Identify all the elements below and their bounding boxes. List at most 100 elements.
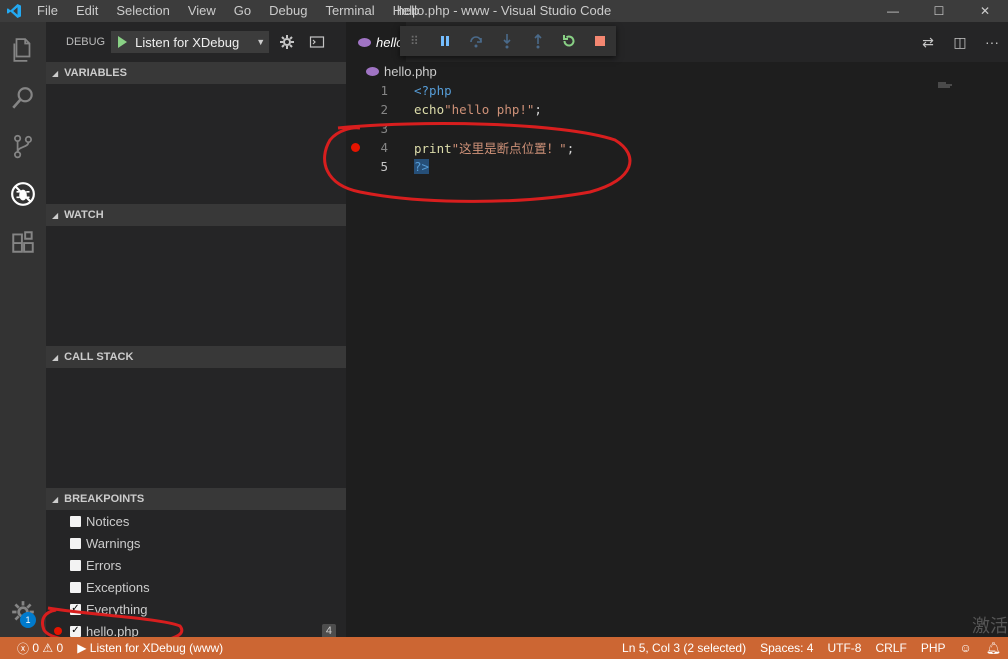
language-mode[interactable]: PHP (914, 641, 953, 655)
open-launch-json-gear-icon[interactable] (279, 34, 295, 50)
breakpoints-section-header[interactable]: ◢ BREAKPOINTS (46, 488, 346, 510)
hello-php-checkbox[interactable]: ✓ (70, 625, 81, 637)
breakpoints-panel: Notices Warnings Errors Exceptions ✓ Eve… (46, 510, 346, 642)
floating-debug-toolbar: ⠿ (400, 26, 616, 56)
activity-bar: 1 (0, 22, 46, 637)
menu-go[interactable]: Go (225, 0, 260, 22)
menu-edit[interactable]: Edit (67, 0, 107, 22)
debug-icon[interactable] (0, 170, 46, 218)
line-number: 1 (380, 83, 388, 98)
menu-view[interactable]: View (179, 0, 225, 22)
everything-checkbox[interactable]: ✓ (70, 603, 81, 615)
tab-hello-php[interactable]: hello (346, 22, 406, 62)
editor-actions: ⇄ ◫ ··· (912, 22, 1008, 62)
breakpoint-label: Warnings (86, 535, 141, 551)
breakpoint-dot-icon[interactable] (351, 143, 360, 152)
notices-checkbox[interactable] (70, 515, 81, 527)
breakpoint-errors[interactable]: Errors (46, 554, 346, 576)
breakpoint-label: Exceptions (86, 579, 150, 595)
search-icon[interactable] (0, 74, 46, 122)
step-out-icon[interactable] (523, 33, 554, 49)
errors-checkbox[interactable] (70, 559, 81, 571)
code-text: <?php (414, 83, 452, 98)
section-title: WATCH (64, 209, 104, 221)
php-file-icon (358, 37, 371, 47)
variables-section-header[interactable]: ◢ VARIABLES (46, 62, 346, 84)
restart-icon[interactable] (554, 33, 585, 49)
minimize-button[interactable]: — (870, 0, 916, 22)
breakpoint-dot-icon (54, 627, 62, 635)
collapse-triangle-icon: ◢ (52, 352, 59, 362)
line-number: 3 (380, 121, 388, 136)
launch-config-name: Listen for XDebug (135, 34, 240, 50)
menu-file[interactable]: File (28, 0, 67, 22)
code-text: print"这里是断点位置！"; (414, 141, 575, 156)
notifications-bell-icon[interactable]: 🔔︎ (979, 641, 1008, 655)
breadcrumb-file: hello.php (384, 63, 437, 79)
maximize-button[interactable]: ☐ (916, 0, 962, 22)
error-icon: ⓧ (17, 641, 30, 656)
code-text: echo"hello php!"; (414, 102, 542, 117)
step-into-icon[interactable] (492, 33, 523, 49)
menu-debug[interactable]: Debug (260, 0, 316, 22)
feedback-smiley-icon[interactable]: ☺ (953, 641, 979, 655)
breakpoint-notices[interactable]: Notices (46, 510, 346, 532)
line-number: 2 (380, 102, 388, 117)
settings-gear-icon[interactable] (0, 588, 46, 636)
error-count: 0 (32, 641, 40, 655)
close-button[interactable]: ✕ (962, 0, 1008, 22)
breakpoint-warnings[interactable]: Warnings (46, 532, 346, 554)
minimap[interactable] (938, 82, 962, 88)
code-line: 3 (346, 119, 388, 138)
window-controls: — ☐ ✕ (870, 0, 1008, 22)
start-debug-icon[interactable] (115, 35, 129, 49)
files-icon[interactable] (0, 26, 46, 74)
call-stack-panel (46, 368, 346, 488)
code-text: ?> (414, 159, 430, 174)
source-control-icon[interactable] (0, 122, 46, 170)
breakpoint-exceptions[interactable]: Exceptions (46, 576, 346, 598)
watch-section-header[interactable]: ◢ WATCH (46, 204, 346, 226)
menu-terminal[interactable]: Terminal (316, 0, 383, 22)
cursor-position[interactable]: Ln 5, Col 3 (2 selected) (615, 641, 753, 655)
step-over-icon[interactable] (461, 33, 492, 49)
menu-selection[interactable]: Selection (107, 0, 178, 22)
stop-icon[interactable] (585, 34, 616, 48)
code-line: 1 <?php (346, 81, 451, 100)
section-title: BREAKPOINTS (64, 493, 145, 505)
drag-handle-icon[interactable]: ⠿ (410, 34, 429, 48)
line-ending[interactable]: CRLF (868, 641, 913, 655)
pause-icon[interactable] (429, 34, 460, 48)
warnings-checkbox[interactable] (70, 537, 81, 549)
breakpoint-label: Notices (86, 513, 130, 529)
line-number: 5 (380, 159, 388, 174)
breakpoint-everything[interactable]: ✓ Everything (46, 598, 346, 620)
encoding[interactable]: UTF-8 (820, 641, 868, 655)
code-line: 4 print"这里是断点位置！"; (346, 138, 574, 157)
more-actions-icon[interactable]: ··· (976, 34, 1008, 50)
problems-indicator[interactable]: ⓧ 0 ⚠ 0 (10, 640, 70, 657)
debug-session-item[interactable]: ▶ Listen for XDebug (www) (70, 641, 230, 655)
watch-panel (46, 226, 346, 346)
php-file-icon (366, 66, 379, 76)
open-changes-icon[interactable]: ⇄ (912, 34, 944, 51)
indentation[interactable]: Spaces: 4 (753, 641, 820, 655)
breadcrumb[interactable]: hello.php (346, 62, 437, 80)
launch-config-select[interactable]: Listen for XDebug ▼ (111, 31, 270, 53)
extensions-icon[interactable] (0, 218, 46, 266)
warning-count: 0 (56, 641, 64, 655)
call-stack-section-header[interactable]: ◢ CALL STACK (46, 346, 346, 368)
variables-panel (46, 84, 346, 204)
notification-badge: 1 (20, 612, 36, 628)
debug-console-icon[interactable] (309, 34, 325, 50)
debug-play-icon: ▶ (77, 641, 87, 655)
debug-label: DEBUG (66, 36, 106, 48)
code-editor[interactable]: 1 <?php 2 echo"hello php!"; 3 4 print"这里… (346, 81, 1008, 637)
menu-bar: File Edit Selection View Go Debug Termin… (28, 0, 428, 22)
debug-session-label: Listen for XDebug (www) (89, 641, 224, 655)
breakpoint-label: Everything (86, 601, 148, 617)
split-editor-icon[interactable]: ◫ (944, 34, 976, 51)
exceptions-checkbox[interactable] (70, 581, 81, 593)
menu-help[interactable]: Help (384, 0, 429, 22)
debug-toolbar: DEBUG Listen for XDebug ▼ (46, 22, 346, 62)
